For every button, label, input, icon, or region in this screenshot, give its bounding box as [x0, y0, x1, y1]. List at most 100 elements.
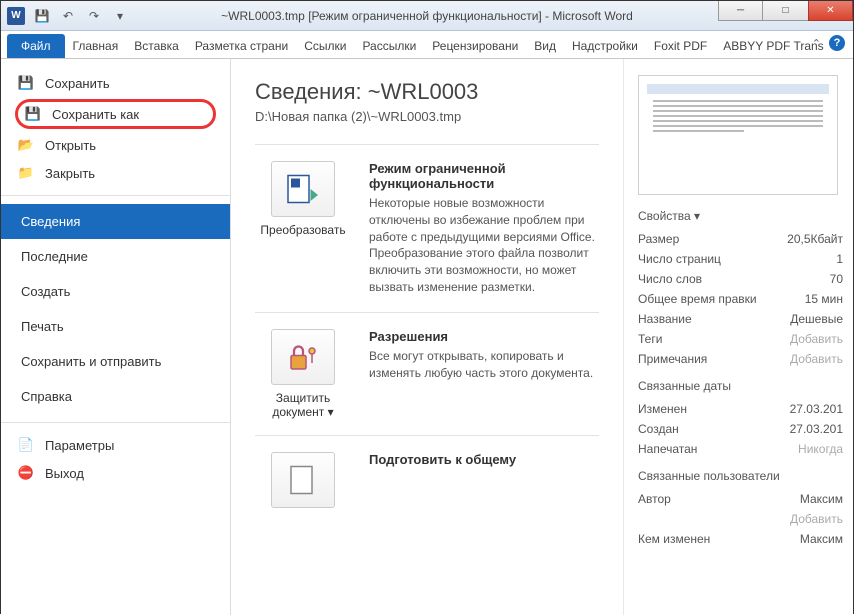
tab-insert[interactable]: Вставка	[126, 34, 187, 58]
tab-references[interactable]: Ссылки	[296, 34, 354, 58]
tab-file[interactable]: Файл	[7, 34, 65, 58]
prepare-share-block: Подготовить к общему	[255, 435, 599, 530]
help-icon[interactable]: ?	[829, 35, 845, 51]
minimize-button[interactable]: ─	[718, 1, 763, 21]
nav-open[interactable]: 📂 Открыть	[1, 131, 230, 159]
protect-button[interactable]: Защитить документ ▾	[255, 329, 351, 419]
divider	[1, 422, 230, 423]
nav-new[interactable]: Создать	[1, 274, 230, 309]
compat-mode-block: Преобразовать Режим ограниченной функцио…	[255, 144, 599, 312]
tab-mailings[interactable]: Рассылки	[354, 34, 424, 58]
property-value[interactable]: Добавить	[790, 352, 843, 366]
qat-redo-icon[interactable]: ↷	[83, 5, 105, 27]
ribbon-help-area: ⌃ ?	[812, 35, 845, 51]
property-value: Максим	[800, 492, 843, 506]
properties-panel: Свойства ▾ Размер 20,5Кбайт Число страниц 1…	[623, 59, 853, 615]
property-value[interactable]: Добавить	[790, 332, 843, 346]
property-key: Изменен	[638, 402, 687, 416]
tab-addins[interactable]: Надстройки	[564, 34, 646, 58]
property-key: Общее время правки	[638, 292, 757, 306]
nav-help[interactable]: Справка	[1, 379, 230, 414]
convert-button-label: Преобразовать	[255, 223, 351, 237]
property-row: Примечания Добавить	[638, 349, 843, 369]
nav-save[interactable]: 💾 Сохранить	[1, 69, 230, 97]
property-value: 70	[830, 272, 843, 286]
nav-close-label: Закрыть	[45, 166, 95, 181]
nav-options-label: Параметры	[45, 438, 114, 453]
nav-options[interactable]: 📄 Параметры	[1, 431, 230, 459]
info-heading: Сведения: ~WRL0003	[255, 79, 599, 105]
nav-exit[interactable]: ⛔ Выход	[1, 459, 230, 487]
prepare-title: Подготовить к общему	[369, 452, 516, 467]
property-value: Дешевые	[790, 312, 843, 326]
property-key: Размер	[638, 232, 679, 246]
nav-save-as-label: Сохранить как	[52, 107, 139, 122]
maximize-button[interactable]: □	[763, 1, 808, 21]
property-row: Размер 20,5Кбайт	[638, 229, 843, 249]
nav-info[interactable]: Сведения	[1, 204, 230, 239]
tab-view[interactable]: Вид	[526, 34, 564, 58]
open-icon: 📂	[17, 136, 35, 154]
property-key: Кем изменен	[638, 532, 710, 546]
nav-save-send[interactable]: Сохранить и отправить	[1, 344, 230, 379]
convert-button[interactable]: Преобразовать	[255, 161, 351, 296]
property-value: 15 мин	[805, 292, 843, 306]
property-row: Изменен27.03.201	[638, 399, 843, 419]
nav-open-label: Открыть	[45, 138, 96, 153]
ribbon-collapse-icon[interactable]: ⌃	[812, 37, 821, 50]
prepare-text: Подготовить к общему	[369, 452, 516, 514]
property-value: 27.03.201	[790, 422, 843, 436]
info-panel: Сведения: ~WRL0003 D:\Новая папка (2)\~W…	[231, 59, 623, 615]
property-value: 20,5Кбайт	[787, 232, 843, 246]
nav-save-label: Сохранить	[45, 76, 110, 91]
backstage-view: 💾 Сохранить 💾 Сохранить как 📂 Открыть 📁 …	[1, 59, 853, 615]
exit-icon: ⛔	[17, 464, 35, 482]
property-value: Максим	[800, 532, 843, 546]
nav-exit-label: Выход	[45, 466, 84, 481]
close-button[interactable]: ✕	[808, 1, 853, 21]
protect-button-label: Защитить документ ▾	[255, 391, 351, 419]
compat-title: Режим ограниченной функциональности	[369, 161, 599, 191]
qat-dropdown-icon[interactable]: ▾	[109, 5, 131, 27]
properties-list: Размер 20,5Кбайт Число страниц 1 Число слов 7…	[638, 229, 843, 369]
window-title: ~WRL0003.tmp [Режим ограниченной функцио…	[221, 9, 633, 23]
check-issues-button[interactable]	[255, 452, 351, 514]
property-key: Автор	[638, 492, 671, 506]
word-app-icon: W	[7, 7, 25, 25]
tab-foxit[interactable]: Foxit PDF	[646, 34, 715, 58]
document-check-icon	[285, 462, 321, 498]
property-key: Число страниц	[638, 252, 721, 266]
dates-list: Изменен27.03.201Создан27.03.201Напечатан…	[638, 399, 843, 459]
related-people-header: Связанные пользователи	[638, 469, 843, 483]
nav-save-as[interactable]: 💾 Сохранить как	[15, 99, 216, 129]
permissions-block: Защитить документ ▾ Разрешения Все могут…	[255, 312, 599, 435]
property-value[interactable]: Никогда	[798, 442, 843, 456]
property-key: Теги	[638, 332, 662, 346]
tab-layout[interactable]: Разметка страни	[187, 34, 296, 58]
tab-review[interactable]: Рецензировани	[424, 34, 526, 58]
nav-recent[interactable]: Последние	[1, 239, 230, 274]
property-value[interactable]: Добавить	[790, 512, 843, 526]
property-row: Кем изменен Максим	[638, 529, 843, 549]
property-value: 1	[836, 252, 843, 266]
property-key: Примечания	[638, 352, 707, 366]
property-row: Число слов 70	[638, 269, 843, 289]
property-key: Число слов	[638, 272, 702, 286]
qat-undo-icon[interactable]: ↶	[57, 5, 79, 27]
options-icon: 📄	[17, 436, 35, 454]
compat-text: Режим ограниченной функциональности Неко…	[369, 161, 599, 296]
divider	[1, 195, 230, 196]
property-row: Число страниц 1	[638, 249, 843, 269]
nav-close[interactable]: 📁 Закрыть	[1, 159, 230, 187]
titlebar: W 💾 ↶ ↷ ▾ ~WRL0003.tmp [Режим ограниченн…	[1, 1, 853, 31]
tab-home[interactable]: Главная	[65, 34, 127, 58]
property-row: Создан27.03.201	[638, 419, 843, 439]
quick-access-toolbar: 💾 ↶ ↷ ▾	[31, 5, 131, 27]
property-row: Автор Максим	[638, 489, 843, 509]
property-key: Напечатан	[638, 442, 697, 456]
document-thumbnail[interactable]	[638, 75, 838, 195]
nav-print[interactable]: Печать	[1, 309, 230, 344]
properties-header[interactable]: Свойства ▾	[638, 209, 843, 223]
backstage-nav: 💾 Сохранить 💾 Сохранить как 📂 Открыть 📁 …	[1, 59, 231, 615]
qat-save-icon[interactable]: 💾	[31, 5, 53, 27]
